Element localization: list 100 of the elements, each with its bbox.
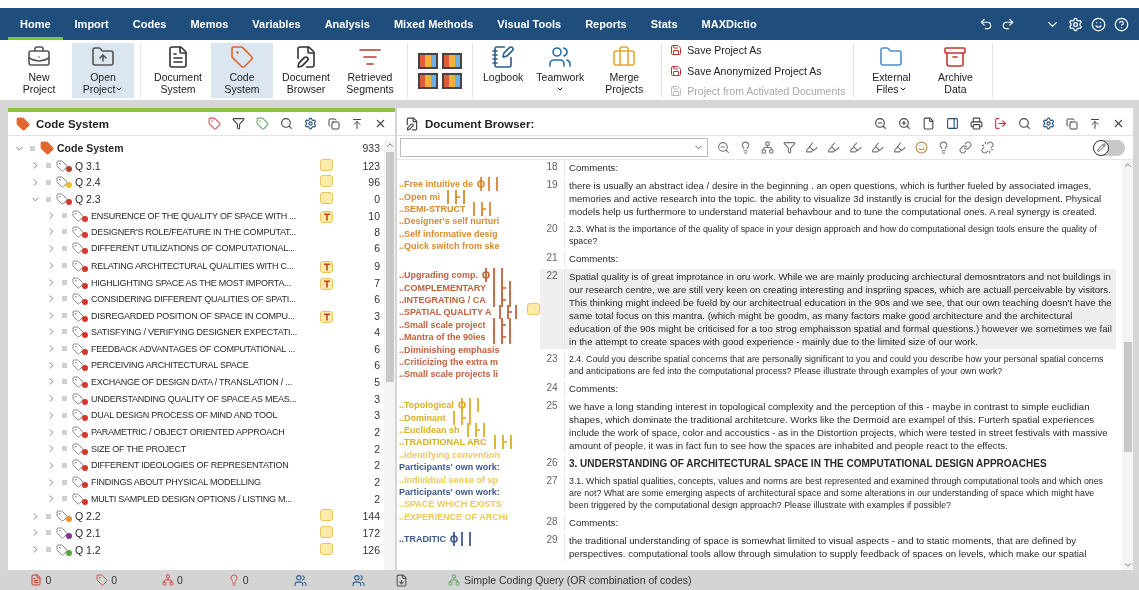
ribbon-button[interactable]: Document Browser bbox=[275, 43, 337, 98]
ribbon-menu-item[interactable]: Save Anonymized Project As bbox=[668, 64, 848, 77]
paragraph-text: 3.1. Which spatial qualities, concepts, values and norms are best represented and examined through computational tools and which ones are not? What are some emerging aspects of architectural space and some alterations in our understanding of space which might have been triggered by the computational design approach? Please illustrate with examples if possible? bbox=[564, 474, 1116, 512]
code-count: 2 bbox=[373, 459, 381, 472]
menu-tab[interactable]: Visual Tools bbox=[485, 8, 574, 40]
paragraph-text: Comments: bbox=[564, 381, 1116, 396]
code-count: 6 bbox=[373, 342, 381, 355]
ribbon-button[interactable]: Merge Projects bbox=[593, 43, 656, 98]
coding-label[interactable]: ..Upgrading comp. bbox=[399, 270, 478, 281]
status-counter: 0 bbox=[227, 574, 249, 586]
coding-label[interactable]: ..Small scale projects li bbox=[399, 369, 499, 380]
coding-label[interactable]: Participants' own work: bbox=[399, 486, 500, 497]
code-label[interactable]: DUAL DESIGN PROCESS OF MIND AND TOOL bbox=[91, 410, 278, 421]
code-count: 123 bbox=[361, 159, 381, 172]
panel-title: Code System bbox=[36, 117, 109, 130]
code-label[interactable]: Code System bbox=[57, 142, 124, 155]
paragraph-number: 23 bbox=[545, 352, 559, 366]
code-label[interactable]: Q 2.1 bbox=[75, 526, 101, 539]
code-count: 933 bbox=[361, 142, 381, 155]
ribbon-button[interactable]: Code System bbox=[211, 43, 273, 98]
paragraph-text: 2.3. What is the importance of the quality of space in your design approach and how do computational design tools ensure the quality of space? bbox=[564, 222, 1116, 248]
coding-label[interactable]: ..Diminishing emphasis bbox=[399, 344, 500, 355]
ribbon-button[interactable]: Logbook bbox=[479, 43, 528, 98]
code-label[interactable]: DIFFERENT IDEOLOGIES OF REPRESENTATION bbox=[91, 460, 289, 471]
code-label[interactable]: ENSURENCE OF THE QUALITY OF SPACE WITH ... bbox=[91, 210, 297, 221]
paragraph-number: 22 bbox=[540, 269, 564, 349]
code-count: 5 bbox=[373, 375, 381, 388]
code-label[interactable]: RELATING ARCHITECTURAL QUALITIES WITH C... bbox=[91, 260, 294, 271]
code-label[interactable]: Q 1.2 bbox=[75, 543, 101, 556]
code-label[interactable]: Q 2.2 bbox=[75, 510, 101, 523]
coding-label[interactable]: ..Mantra of the 90ies bbox=[399, 332, 486, 343]
code-label[interactable]: DISREGARDED POSITION OF SPACE IN COMPU... bbox=[91, 310, 295, 321]
paragraph-text: Comments: bbox=[564, 251, 1116, 266]
code-count: 172 bbox=[361, 526, 381, 539]
paragraph-number: 21 bbox=[545, 251, 559, 265]
paragraph-number: 19 bbox=[545, 178, 559, 192]
menu-tab[interactable]: Reports bbox=[573, 8, 639, 40]
code-count: 6 bbox=[373, 359, 381, 372]
code-count: 10 bbox=[367, 209, 381, 222]
code-count: 7 bbox=[373, 276, 381, 289]
menu-tab[interactable]: Import bbox=[62, 8, 121, 40]
status-counter: 0 bbox=[162, 574, 183, 586]
paragraph-text: there is usually an abstract idea / desire in the beginning . an open questions, which is further fueled by associated images, memories and active research into the topic. the ability to visualize 3d instantly is crucial for the design development. Physical models help us furthermore to understand material behavbour and to tune the computational ones. A real synergy is created. bbox=[564, 178, 1116, 219]
paragraph-text: the traditional understanding of space is somewhat limited to visual aspects - and to static moments, that are defined by perspectives. computational tools allow through simulation to supply feedback of spaces on levels, which make our spatial bbox=[564, 533, 1116, 561]
code-count: 8 bbox=[373, 225, 381, 238]
code-label[interactable]: Q 2.4 bbox=[75, 176, 101, 189]
code-count: 0 bbox=[373, 193, 381, 206]
menu-tab[interactable]: Codes bbox=[120, 8, 179, 40]
menu-tab[interactable]: Memos bbox=[178, 8, 241, 40]
code-count: 4 bbox=[373, 325, 381, 338]
code-label[interactable]: SATISFYING / VERIFYING DESIGNER EXPECTATI... bbox=[91, 326, 298, 337]
paragraph-text: Spatial quality is of great improtance in oru work. While we are mainly producing archiectural demosntrators and not buildings in our research centre, we are still very keen on creating interesting and inspriing spaces, which are actuall perceivable by visitors. This thinking might indeed be fueld by our architectrual education in the 90s and we see, that our own teaching doesn't have the same total focus on this mantra. (which might be goodm, as many factors make good architecture and the architectural education of the 90s might be criticised for a too strog emphaisson spatial and formal questions.) however we sometimes we fail in the attempt to create spaces with good experience - mainly due to the limited size of our work. bbox=[564, 269, 1116, 349]
coding-label[interactable]: ..TRADITIC bbox=[399, 534, 446, 545]
menu-tab[interactable]: Variables bbox=[240, 8, 313, 40]
paragraph-text: Comments: bbox=[564, 515, 1116, 530]
code-count: 6 bbox=[373, 242, 381, 255]
status-counter: 0 bbox=[30, 574, 52, 586]
menu-tab[interactable]: Stats bbox=[638, 8, 690, 40]
code-label[interactable]: CONSIDERING DIFFERENT QUALITIES OF SPATI... bbox=[91, 293, 296, 304]
menu-tab[interactable]: Analysis bbox=[312, 8, 382, 40]
coding-label[interactable]: ..INTEGRATING / CA bbox=[399, 294, 486, 305]
coding-label[interactable]: Participants' own work: bbox=[399, 462, 500, 473]
code-label[interactable]: PARAMETRIC / OBJECT ORIENTED APPROACH bbox=[91, 427, 285, 438]
paragraph-number: 20 bbox=[545, 222, 559, 236]
ribbon-button[interactable]: New Project bbox=[8, 43, 70, 98]
code-count: 3 bbox=[373, 409, 381, 422]
code-label[interactable]: HIGHLIGHTING SPACE AS THE MOST IMPORTA... bbox=[91, 277, 291, 288]
ribbon-menu-item[interactable]: Save Project As bbox=[668, 44, 848, 56]
code-label[interactable]: UNDERSTANDING QUALITY OF SPACE AS MEAS... bbox=[91, 393, 297, 404]
ribbon-button[interactable]: Open Project bbox=[72, 43, 134, 98]
code-label[interactable]: Q 3.1 bbox=[75, 159, 101, 172]
ribbon-button[interactable]: Document System bbox=[147, 43, 209, 98]
code-label[interactable]: SIZE OF THE PROJECT bbox=[91, 443, 187, 454]
code-label[interactable]: FEEDBACK ADVANTAGES OF COMPUTATIONAL ... bbox=[91, 343, 296, 354]
code-label[interactable]: EXCHANGE OF DESIGN DATA / TRANSLATION / ... bbox=[91, 376, 293, 387]
heading-text: 3. UNDERSTANDING OF ARCHITECTURAL SPACE IN THE COMPUTATIONAL DESIGN APPROACHES bbox=[564, 456, 1116, 471]
code-count: 3 bbox=[373, 309, 381, 322]
paragraph-number: 27 bbox=[545, 474, 559, 488]
code-label[interactable]: DESIGNER'S ROLE/FEATURE IN THE COMPUTAT... bbox=[91, 226, 297, 237]
code-label[interactable]: PERCEIVING ARCHITECTURAL SPACE bbox=[91, 360, 249, 371]
paragraph-number: 24 bbox=[545, 381, 559, 395]
ribbon-button[interactable]: External Files bbox=[860, 43, 923, 98]
code-count: 2 bbox=[373, 426, 381, 439]
paragraph-number: 18 bbox=[545, 160, 559, 174]
menu-tab[interactable]: MAXDictio bbox=[689, 8, 769, 40]
code-count: 126 bbox=[361, 543, 381, 556]
code-label[interactable]: DIFFERENT UTILIZATIONS OF COMPUTATIONAL... bbox=[91, 243, 295, 254]
coding-label[interactable]: ..Small scale project bbox=[399, 319, 486, 330]
coding-label[interactable]: ..Criticizing the extra m bbox=[399, 356, 499, 367]
paragraph-text: we have a long standing interest in topological complexity and the perception of this - maybe in contrast to simple euclidian shapes, which dominate the traditional architetcure. Works like the Dermoid are exampel of this. Furterh spatial experiences include the work of space, color and accoustics - as in the Distortion projects, which were tested in street festivals with massive amount of people. it was in fact fun to see how the spaces are inhabited and people react to the effects. bbox=[564, 399, 1116, 453]
coding-label[interactable]: ..SPATIAL QUALITY A bbox=[399, 307, 492, 318]
code-label[interactable]: MULTI SAMPLED DESIGN OPTIONS / LISTING M... bbox=[91, 493, 293, 504]
menu-tab[interactable]: Mixed Methods bbox=[381, 8, 486, 40]
code-count: 3 bbox=[373, 392, 381, 405]
ribbon-button[interactable]: Retrieved Segments bbox=[339, 43, 401, 98]
ribbon-button[interactable]: Teamwork bbox=[529, 43, 592, 98]
code-label[interactable]: FINDINGS ABOUT PHYSICAL MODELLING bbox=[91, 477, 261, 488]
code-label[interactable]: Q 2.3 bbox=[75, 193, 101, 206]
ribbon-button[interactable]: Archive Data bbox=[924, 43, 987, 98]
coding-label[interactable]: ..COMPLEMENTARY bbox=[399, 282, 486, 293]
